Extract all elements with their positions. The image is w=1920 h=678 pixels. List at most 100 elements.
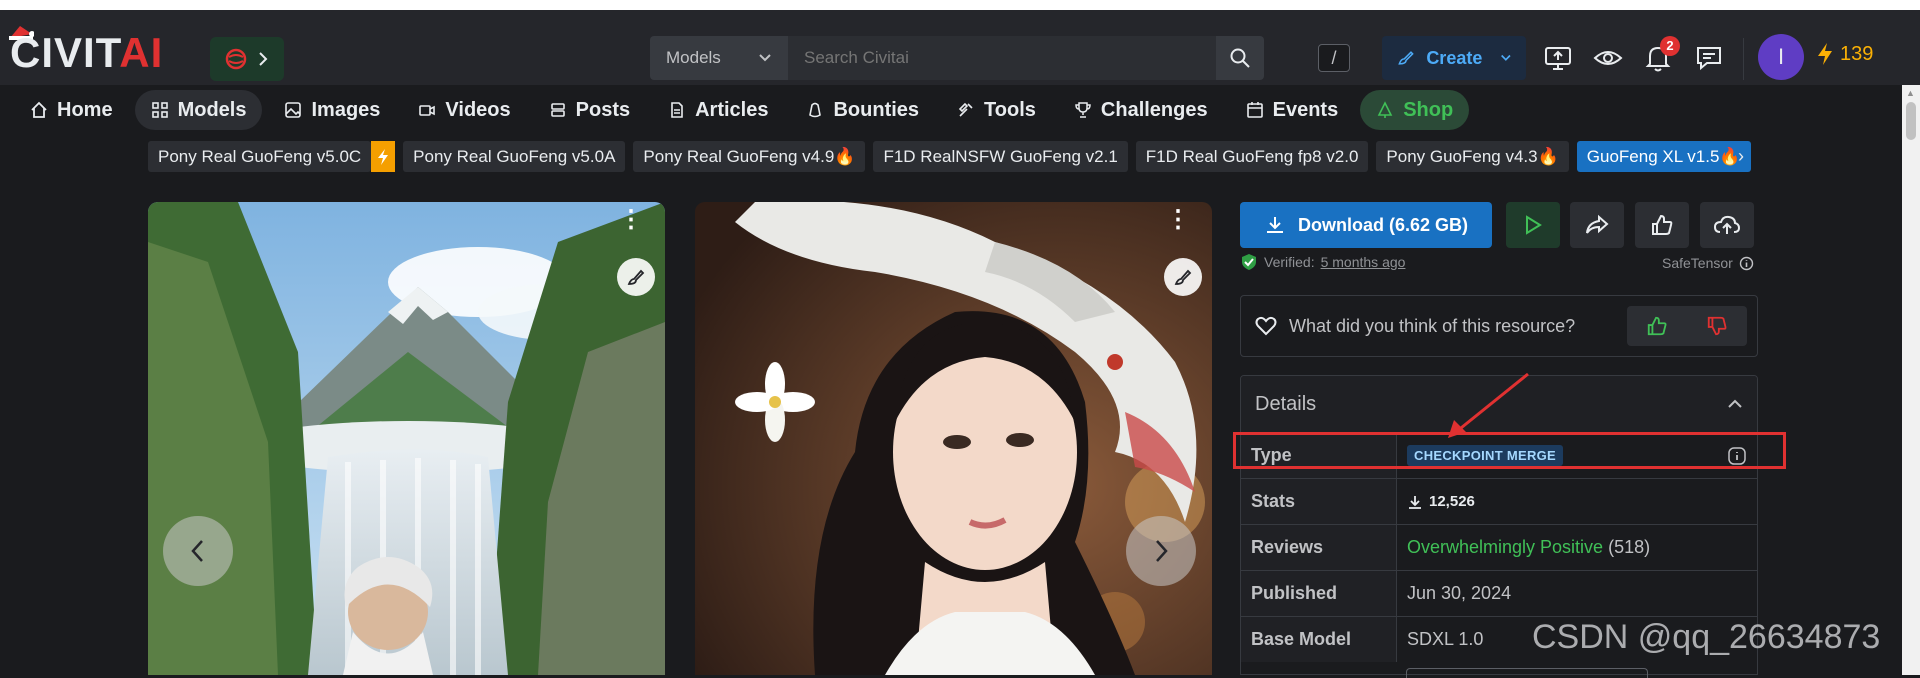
version-tab-3[interactable]: F1D RealNSFW GuoFeng v2.1 bbox=[873, 141, 1128, 172]
verified-label: Verified: bbox=[1264, 254, 1315, 270]
chevron-up-icon bbox=[1728, 399, 1742, 408]
cloud-save-button[interactable] bbox=[1700, 202, 1754, 248]
gallery-image-card[interactable]: ⋮ bbox=[148, 202, 665, 675]
download-count-value: 12,526 bbox=[1429, 493, 1475, 510]
sponsor-button[interactable] bbox=[210, 37, 284, 81]
grid-icon bbox=[151, 102, 168, 118]
sponsor-icon bbox=[225, 48, 247, 70]
version-tab-2[interactable]: Pony Real GuoFeng v4.9🔥 bbox=[633, 141, 866, 172]
nav-bounties-label: Bounties bbox=[833, 98, 920, 121]
version-tab-1[interactable]: Pony Real GuoFeng v5.0A bbox=[403, 141, 626, 172]
article-icon bbox=[671, 102, 683, 118]
download-count: 12,526 bbox=[1407, 493, 1475, 510]
nav-models[interactable]: Models bbox=[134, 90, 263, 130]
buzz-balance[interactable]: 139 bbox=[1816, 42, 1873, 66]
search-scope-label: Models bbox=[666, 48, 721, 67]
chevron-right-icon bbox=[1156, 540, 1168, 562]
nav-articles-label: Articles bbox=[695, 98, 769, 121]
nav-videos-label: Videos bbox=[445, 98, 511, 121]
tools-icon bbox=[958, 102, 973, 117]
thumbs-up-icon bbox=[1652, 214, 1673, 235]
thumbs-up-icon bbox=[1647, 316, 1667, 336]
nav-challenges-label: Challenges bbox=[1100, 98, 1208, 121]
nav-videos[interactable]: Videos bbox=[402, 90, 526, 130]
brush-icon bbox=[1174, 269, 1192, 285]
play-icon bbox=[1526, 215, 1542, 235]
details-row-stats: Stats 12,526 bbox=[1241, 478, 1757, 524]
search-icon bbox=[1230, 48, 1250, 68]
lightning-icon bbox=[378, 148, 389, 165]
search-button[interactable] bbox=[1216, 36, 1264, 80]
thumbs-down-review-button[interactable] bbox=[1687, 306, 1747, 346]
reviews-rating[interactable]: Overwhelmingly Positive bbox=[1407, 537, 1603, 558]
nav-events[interactable]: Events bbox=[1230, 90, 1355, 130]
published-value: Jun 30, 2024 bbox=[1407, 583, 1512, 603]
chat-icon[interactable] bbox=[1694, 43, 1724, 73]
published-key: Published bbox=[1241, 571, 1397, 616]
scroll-up-icon[interactable]: ▲ bbox=[1906, 88, 1915, 98]
nav-posts-label: Posts bbox=[575, 98, 631, 121]
share-icon bbox=[1586, 214, 1609, 234]
more-options-icon[interactable]: ⋮ bbox=[1166, 208, 1190, 232]
nav-shop[interactable]: Shop bbox=[1360, 90, 1470, 130]
nav-articles[interactable]: Articles bbox=[652, 90, 784, 130]
search-bar: Models / bbox=[650, 36, 1350, 80]
nav-images-label: Images bbox=[311, 98, 381, 121]
version-tab-label: Pony Real GuoFeng v5.0C bbox=[148, 141, 372, 172]
upload-screen-icon[interactable] bbox=[1543, 43, 1573, 73]
details-row-reviews: Reviews Overwhelmingly Positive (518) bbox=[1241, 524, 1757, 570]
avatar[interactable]: I bbox=[1758, 34, 1804, 80]
like-button[interactable] bbox=[1635, 202, 1689, 248]
version-tab-0[interactable]: Pony Real GuoFeng v5.0C bbox=[148, 141, 396, 172]
reviews-value-cell[interactable]: Overwhelmingly Positive (518) bbox=[1397, 537, 1757, 558]
video-icon bbox=[419, 105, 436, 116]
create-label: Create bbox=[1426, 47, 1483, 68]
nav-images[interactable]: Images bbox=[268, 90, 396, 130]
share-button[interactable] bbox=[1570, 202, 1624, 248]
nav-tools[interactable]: Tools bbox=[941, 90, 1052, 130]
download-button[interactable]: Download (6.62 GB) bbox=[1240, 202, 1492, 248]
image-icon bbox=[285, 102, 302, 118]
logo-main-text: CIVIT bbox=[10, 29, 120, 76]
civitai-logo[interactable]: CIVITAI bbox=[10, 32, 163, 74]
thumbs-up-review-button[interactable] bbox=[1627, 306, 1687, 346]
carousel-prev-button[interactable] bbox=[163, 516, 233, 586]
feedback-question: What did you think of this resource? bbox=[1289, 315, 1576, 336]
version-tabs: Pony Real GuoFeng v5.0C Pony Real GuoFen… bbox=[148, 141, 1751, 172]
chevron-down-icon bbox=[759, 54, 771, 62]
nav-posts[interactable]: Posts bbox=[533, 90, 646, 130]
tabs-scroll-right-icon[interactable]: › bbox=[1738, 146, 1744, 167]
run-button[interactable] bbox=[1506, 202, 1560, 248]
version-tab-6[interactable]: GuoFeng XL v1.5🔥 bbox=[1576, 141, 1751, 172]
nav-bounties[interactable]: Bounties bbox=[790, 90, 935, 130]
search-input[interactable] bbox=[788, 36, 1216, 80]
download-icon bbox=[1409, 495, 1421, 509]
more-options-icon[interactable]: ⋮ bbox=[619, 208, 643, 232]
details-title: Details bbox=[1255, 392, 1317, 415]
resource-feedback: What did you think of this resource? bbox=[1240, 295, 1758, 357]
trophy-icon bbox=[1075, 102, 1091, 118]
remix-button[interactable] bbox=[1164, 258, 1202, 296]
version-tab-5[interactable]: Pony GuoFeng v4.3🔥 bbox=[1376, 141, 1569, 172]
download-label: Download (6.62 GB) bbox=[1297, 214, 1468, 235]
brush-icon bbox=[1398, 51, 1414, 65]
nav-challenges[interactable]: Challenges bbox=[1058, 90, 1224, 130]
scrollbar-track[interactable] bbox=[1902, 85, 1920, 675]
search-scope-select[interactable]: Models bbox=[650, 36, 788, 80]
remix-button[interactable] bbox=[617, 258, 655, 296]
gallery-image-card[interactable]: ⋮ bbox=[695, 202, 1212, 675]
verified-date-link[interactable]: 5 months ago bbox=[1321, 254, 1406, 270]
carousel-next-button[interactable] bbox=[1126, 516, 1196, 586]
version-tab-4[interactable]: F1D Real GuoFeng fp8 v2.0 bbox=[1135, 141, 1369, 172]
verified-status: Verified: 5 months ago bbox=[1240, 253, 1405, 271]
scrollbar-thumb[interactable] bbox=[1906, 102, 1916, 140]
create-button[interactable]: Create bbox=[1382, 36, 1526, 80]
info-icon[interactable] bbox=[1739, 256, 1754, 271]
eye-settings-icon[interactable] bbox=[1593, 43, 1623, 73]
calendar-icon bbox=[1246, 102, 1263, 118]
nav-home[interactable]: Home bbox=[14, 90, 129, 130]
brush-icon bbox=[627, 269, 645, 285]
partial-control bbox=[1406, 668, 1648, 678]
nav-models-label: Models bbox=[177, 98, 247, 121]
posts-icon bbox=[550, 103, 565, 117]
